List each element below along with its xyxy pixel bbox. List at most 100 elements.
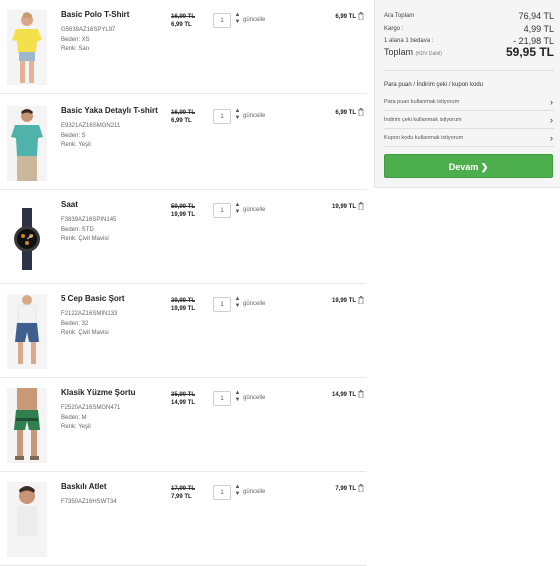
new-price: 7,99 TL — [171, 494, 192, 500]
discount-label: 1 alana 1 bedava : — [384, 38, 434, 44]
trash-icon[interactable] — [358, 108, 364, 116]
quantity-stepper-icon[interactable]: ▲ ▼ — [234, 12, 241, 28]
cart-item-row: 5 Cep Basic Şort F2122AZ16SMIN133 Beden:… — [0, 284, 366, 378]
product-image[interactable] — [7, 200, 47, 275]
product-code: F7350AZ16HSWT34 — [61, 499, 117, 505]
subtotal-label: Ara Toplam — [384, 13, 415, 19]
product-details: F2520AZ16SMGN471 Beden: M Renk: Yeşil — [61, 404, 120, 433]
item-total: 14,99 TL — [331, 392, 356, 398]
product-image[interactable] — [7, 294, 47, 369]
product-size: Beden: M — [61, 414, 87, 421]
use-coupon-label: Kupon kodu kullanmak istiyorum — [384, 135, 464, 141]
use-coupon-option[interactable]: Kupon kodu kullanmak istiyorum › — [384, 131, 554, 147]
subtotal-row: Ara Toplam 76,94 TL — [384, 11, 554, 21]
new-price: 6,99 TL — [171, 118, 192, 124]
update-link[interactable]: güncelle — [243, 301, 265, 307]
product-code: E9321AZ16SMGN211 — [61, 123, 121, 129]
product-details: F3839AZ16SPIN145 Beden: STD Renk: Çivit … — [61, 216, 116, 245]
product-name[interactable]: Klasik Yüzme Şortu — [61, 388, 136, 397]
old-price: 16,99 TL — [171, 14, 196, 20]
product-name[interactable]: 5 Cep Basic Şort — [61, 294, 125, 303]
old-price: 59,99 TL — [171, 204, 196, 210]
product-details: F7350AZ16HSWT34 — [61, 498, 117, 508]
old-price: 16,99 TL — [171, 110, 196, 116]
cart-item-row: Klasik Yüzme Şortu F2520AZ16SMGN471 Bede… — [0, 378, 366, 472]
chevron-right-icon: ❯ — [480, 162, 489, 172]
product-name[interactable]: Basic Yaka Detaylı T-shirt — [61, 106, 158, 115]
chevron-right-icon: › — [550, 115, 553, 125]
product-details: F2122AZ16SMIN133 Beden: 32 Renk: Çivit M… — [61, 310, 117, 339]
quantity-stepper-icon[interactable]: ▲ ▼ — [234, 202, 241, 218]
item-total: 6,99 TL — [335, 14, 356, 20]
quantity-input[interactable]: 1 — [213, 13, 231, 28]
product-image[interactable] — [7, 482, 47, 557]
trash-icon[interactable] — [358, 296, 364, 304]
quantity-input[interactable]: 1 — [213, 297, 231, 312]
product-name[interactable]: Saat — [61, 200, 78, 209]
update-link[interactable]: güncelle — [243, 207, 265, 213]
product-color: Renk: Sarı — [61, 46, 90, 52]
product-image[interactable] — [7, 388, 47, 463]
quantity-input[interactable]: 1 — [213, 109, 231, 124]
trash-icon[interactable] — [358, 484, 364, 492]
use-voucher-label: İndirim çeki kullanmak istiyorum — [384, 117, 462, 123]
cart-item-row: Basic Yaka Detaylı T-shirt E9321AZ16SMGN… — [0, 96, 366, 190]
new-price: 19,99 TL — [171, 306, 196, 312]
shipping-value: 4,99 TL — [523, 24, 554, 34]
trash-icon[interactable] — [358, 202, 364, 210]
quantity-input[interactable]: 1 — [213, 391, 231, 406]
product-code: F2520AZ16SMGN471 — [61, 405, 121, 411]
update-link[interactable]: güncelle — [243, 17, 265, 23]
use-points-label: Para puan kullanmak istiyorum — [384, 99, 460, 105]
product-size: Beden: XS — [61, 36, 90, 43]
product-color: Renk: Yeşil — [61, 424, 91, 430]
old-price: 35,99 TL — [171, 392, 196, 398]
product-name[interactable]: Basic Polo T-Shirt — [61, 10, 129, 19]
update-link[interactable]: güncelle — [243, 489, 265, 495]
quantity-stepper-icon[interactable]: ▲ ▼ — [234, 108, 241, 124]
cart-item-row: Saat F3839AZ16SPIN145 Beden: STD Renk: Ç… — [0, 190, 366, 284]
update-link[interactable]: güncelle — [243, 395, 265, 401]
product-image[interactable] — [7, 10, 47, 85]
total-value: 59,95 TL — [505, 45, 554, 59]
product-image[interactable] — [7, 106, 47, 181]
product-name[interactable]: Baskılı Atlet — [61, 482, 107, 491]
trash-icon[interactable] — [358, 390, 364, 398]
product-details: G5639AZ16SPYL97 Beden: XS Renk: Sarı — [61, 26, 115, 55]
total-note: (KDV Dahil) — [415, 51, 442, 57]
product-size: Beden: 32 — [61, 320, 89, 327]
continue-label: Devam — [448, 162, 479, 172]
subtotal-value: 76,94 TL — [518, 11, 554, 21]
new-price: 14,99 TL — [171, 400, 196, 406]
product-color: Renk: Çivit Mavisi — [61, 236, 109, 242]
chevron-right-icon: › — [550, 133, 553, 143]
product-code: G5639AZ16SPYL97 — [61, 27, 116, 33]
chevron-right-icon: › — [550, 97, 553, 107]
product-details: E9321AZ16SMGN211 Beden: S Renk: Yeşil — [61, 122, 120, 151]
product-code: F2122AZ16SMIN133 — [61, 311, 118, 317]
old-price: 39,99 TL — [171, 298, 196, 304]
summary-divider — [384, 70, 554, 71]
quantity-input[interactable]: 1 — [213, 203, 231, 218]
product-size: Beden: STD — [61, 226, 94, 233]
new-price: 19,99 TL — [171, 212, 196, 218]
trash-icon[interactable] — [358, 12, 364, 20]
shipping-row: Kargo : 4,99 TL — [384, 24, 554, 34]
total-row: Toplam (KDV Dahil) 59,95 TL — [384, 45, 554, 59]
continue-button[interactable]: Devam ❯ — [384, 154, 553, 178]
product-size: Beden: S — [61, 132, 86, 139]
item-total: 19,99 TL — [331, 298, 356, 304]
update-link[interactable]: güncelle — [243, 113, 265, 119]
quantity-input[interactable]: 1 — [213, 485, 231, 500]
quantity-stepper-icon[interactable]: ▲ ▼ — [234, 390, 241, 406]
shipping-label: Kargo : — [384, 26, 404, 32]
quantity-stepper-icon[interactable]: ▲ ▼ — [234, 484, 241, 500]
cart-item-row: Basic Polo T-Shirt G5639AZ16SPYL97 Beden… — [0, 0, 366, 94]
item-total: 6,99 TL — [335, 110, 356, 116]
order-summary: Ara Toplam 76,94 TL Kargo : 4,99 TL 1 al… — [374, 0, 560, 188]
quantity-stepper-icon[interactable]: ▲ ▼ — [234, 296, 241, 312]
use-voucher-option[interactable]: İndirim çeki kullanmak istiyorum › — [384, 113, 554, 129]
product-color: Renk: Yeşil — [61, 142, 91, 148]
discount-section-title: Para puan / İndirim çeki / kupon kodu — [384, 82, 484, 88]
use-points-option[interactable]: Para puan kullanmak istiyorum › — [384, 95, 554, 111]
